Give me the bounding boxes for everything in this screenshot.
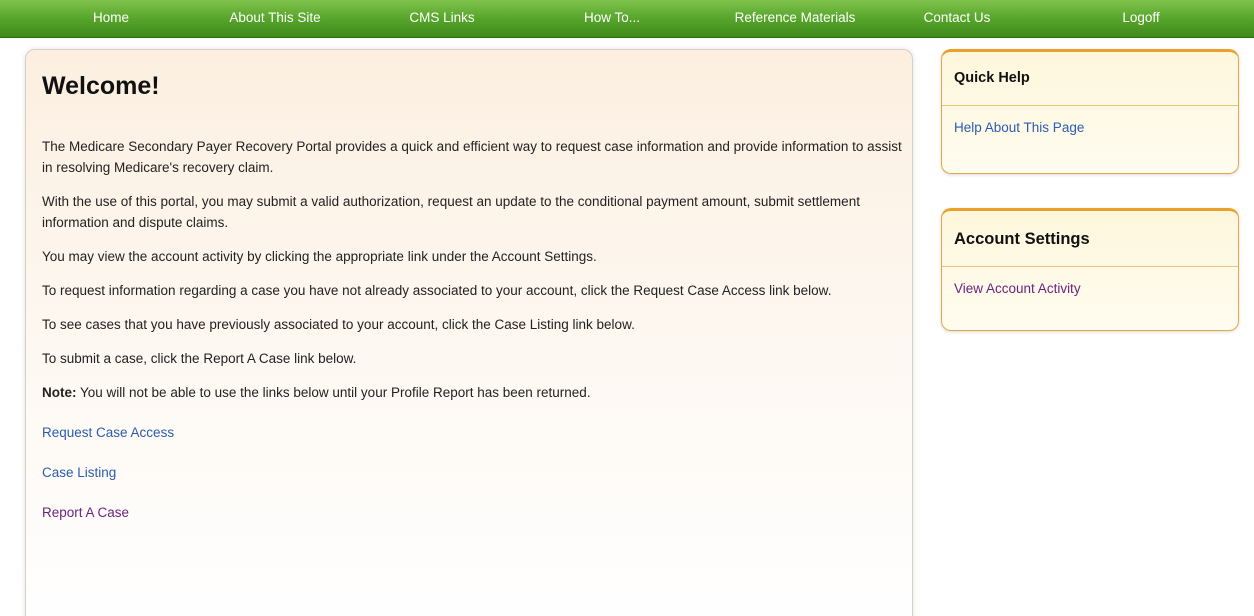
note-label: Note:	[42, 385, 77, 400]
quick-help-panel: Quick Help Help About This Page	[941, 49, 1239, 174]
nav-logoff[interactable]: Logoff	[1122, 0, 1159, 36]
nav-reference-materials[interactable]: Reference Materials	[735, 0, 856, 36]
page-title: Welcome!	[42, 72, 160, 100]
nav-cms-links[interactable]: CMS Links	[409, 0, 474, 36]
account-settings-title: Account Settings	[942, 211, 1238, 267]
welcome-panel: Welcome! The Medicare Secondary Payer Re…	[25, 49, 913, 616]
request-access-paragraph: To request information regarding a case …	[42, 283, 832, 298]
report-a-case-link[interactable]: Report A Case	[42, 502, 902, 523]
account-settings-panel: Account Settings View Account Activity	[941, 208, 1239, 331]
portal-usage-paragraph: With the use of this portal, you may sub…	[42, 194, 860, 230]
case-listing-link[interactable]: Case Listing	[42, 462, 902, 483]
welcome-content: The Medicare Secondary Payer Recovery Po…	[42, 136, 902, 542]
help-about-this-page-link[interactable]: Help About This Page	[942, 120, 1238, 135]
nav-home[interactable]: Home	[93, 0, 129, 36]
account-activity-paragraph: You may view the account activity by cli…	[42, 249, 597, 264]
nav-about-this-site[interactable]: About This Site	[229, 0, 320, 36]
request-case-access-link[interactable]: Request Case Access	[42, 422, 902, 443]
nav-contact-us[interactable]: Contact Us	[924, 0, 991, 36]
note-paragraph: Note: You will not be able to use the li…	[42, 382, 902, 403]
report-case-paragraph: To submit a case, click the Report A Cas…	[42, 351, 357, 366]
note-text: You will not be able to use the links be…	[76, 385, 591, 400]
top-navigation-bar: Home About This Site CMS Links How To...…	[0, 0, 1254, 38]
intro-paragraph: The Medicare Secondary Payer Recovery Po…	[42, 139, 902, 175]
nav-how-to[interactable]: How To...	[584, 0, 640, 36]
view-account-activity-link[interactable]: View Account Activity	[942, 281, 1238, 296]
case-listing-paragraph: To see cases that you have previously as…	[42, 317, 635, 332]
quick-help-title: Quick Help	[942, 52, 1238, 106]
